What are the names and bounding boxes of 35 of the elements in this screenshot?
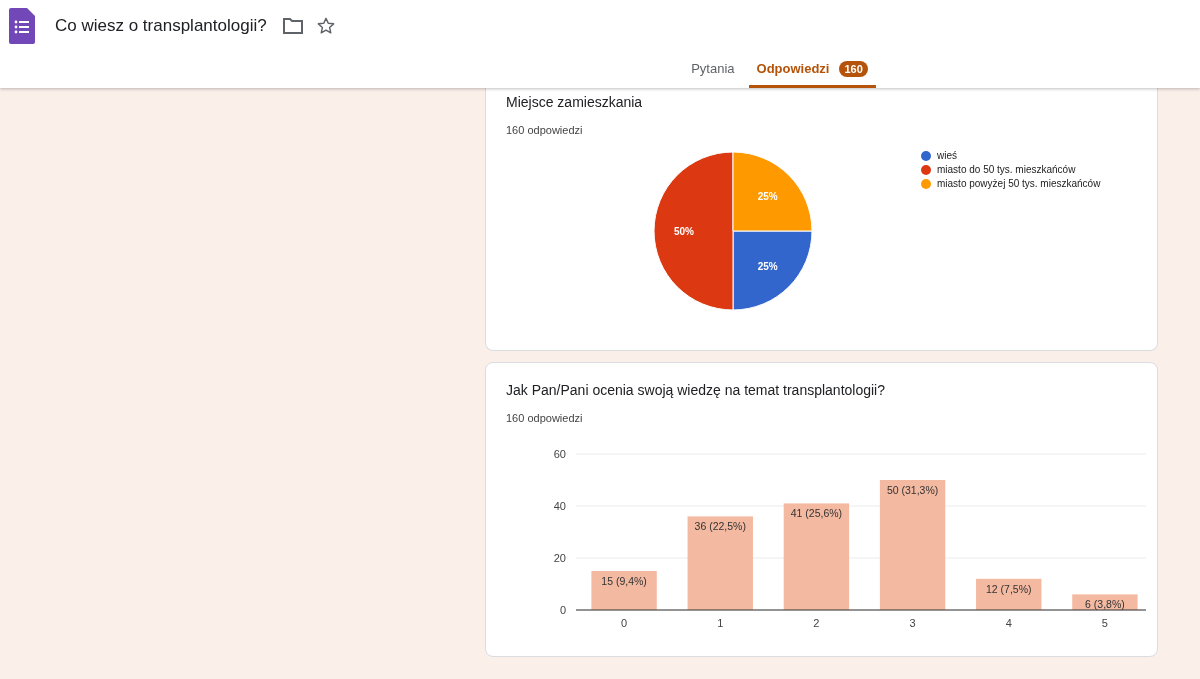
slice-label: 25%	[757, 260, 778, 272]
form-title[interactable]: Co wiesz o transplantologii?	[55, 16, 267, 36]
legend-label: miasto powyżej 50 tys. mieszkańców	[937, 178, 1101, 189]
x-tick-label: 5	[1101, 617, 1108, 629]
forms-logo-icon[interactable]	[9, 8, 35, 44]
y-tick-label: 60	[553, 448, 566, 460]
bar-value-label: 50 (31,3%)	[886, 484, 939, 496]
bar-value-label: 36 (22,5%)	[694, 520, 746, 533]
x-tick-label: 2	[813, 617, 820, 629]
y-tick-label: 40	[553, 500, 566, 512]
count-badge: 160	[839, 60, 868, 77]
bar-value-label: 15 (9,4%)	[601, 575, 647, 587]
y-tick-label: 0	[559, 604, 566, 616]
question-title: Jak Pan/Pani ocenia swoją wiedzę na temat transplantologii?	[506, 382, 886, 398]
slice-label: 50%	[674, 226, 695, 237]
x-tick-label: 4	[1005, 617, 1012, 629]
bar-value-label: 41 (25,6%)	[790, 507, 843, 520]
bar-value-label: 6 (3,8%)	[1085, 598, 1125, 611]
folder-icon[interactable]	[282, 18, 303, 34]
y-tick-label: 20	[553, 552, 566, 564]
x-tick-label: 3	[909, 617, 916, 629]
response-count: 160 odpowiedzi	[506, 412, 584, 424]
bar	[976, 578, 1042, 610]
legend-label: wieś	[937, 150, 957, 161]
question-title: Miejsce zamieszkania	[506, 94, 644, 110]
bar-value-label: 12 (7,5%)	[986, 582, 1032, 595]
bar	[1072, 594, 1138, 610]
tab[interactable]: Pytania	[683, 52, 743, 88]
legend-label: miasto do 50 tys. mieszkańców	[937, 164, 1076, 175]
x-tick-label: 1	[717, 617, 724, 629]
bar	[591, 571, 657, 610]
slice-label: 25%	[757, 191, 778, 203]
x-tick-label: 0	[621, 617, 628, 629]
star-icon[interactable]	[316, 17, 335, 35]
response-count: 160 odpowiedzi	[506, 124, 584, 136]
